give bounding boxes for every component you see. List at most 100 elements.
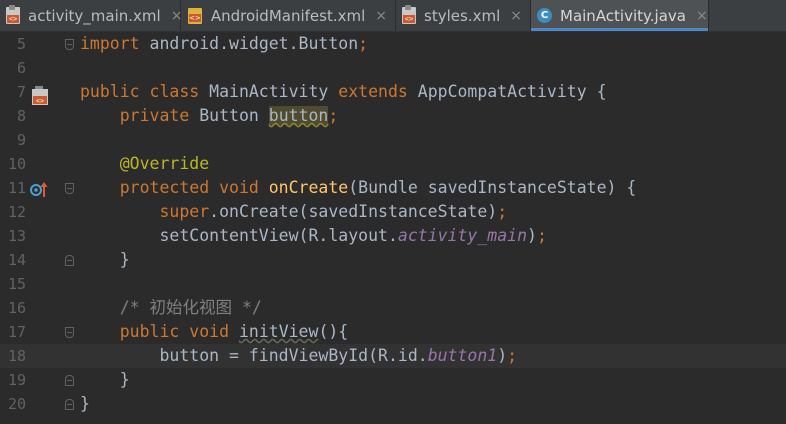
code-text: /* 初始化视图 */: [80, 296, 262, 320]
code-token: button: [268, 106, 329, 125]
line-number: 13: [7, 227, 26, 245]
code-token: ): [527, 226, 537, 245]
code-line[interactable]: 6: [0, 56, 786, 80]
code-line[interactable]: 18 button = findViewById(R.id.button1);: [0, 344, 786, 368]
code-line[interactable]: 19 }: [0, 368, 786, 392]
fold-marker[interactable]: [65, 399, 74, 410]
editor-tab-bar: <> activity_main.xml × <> AndroidManifest.xm…: [0, 0, 786, 32]
code-token: activity_main: [397, 226, 528, 245]
code-line[interactable]: 16 /* 初始化视图 */: [0, 296, 786, 320]
code-line[interactable]: 5 import android.widget.Button;: [0, 32, 786, 56]
fold-marker[interactable]: [65, 183, 74, 194]
code-token: MainActivity: [209, 82, 339, 101]
code-token: }: [80, 250, 130, 269]
tab-label: MainActivity.java: [560, 6, 686, 25]
code-token: setContentView(R.layout.: [80, 226, 398, 245]
line-number: 19: [7, 371, 26, 389]
code-line[interactable]: 12 super.onCreate(savedInstanceState);: [0, 200, 786, 224]
xml-layout-icon: <>: [402, 5, 417, 25]
code-token: button1: [427, 346, 498, 365]
code-line[interactable]: 15: [0, 272, 786, 296]
fold-marker[interactable]: [65, 327, 74, 338]
code-token: private: [80, 106, 200, 125]
line-number: 15: [7, 275, 26, 293]
code-token: }: [80, 394, 90, 413]
close-tab-icon[interactable]: ×: [696, 8, 708, 24]
code-token: super: [80, 202, 210, 221]
code-token: Button: [199, 106, 269, 125]
code-text: public void initView(){: [80, 320, 349, 344]
code-token: (Bundle savedInstanceState) {: [348, 178, 637, 197]
code-token: public void: [80, 322, 239, 341]
code-line[interactable]: 14 }: [0, 248, 786, 272]
code-token: ;: [507, 346, 518, 365]
tab-androidmanifest-xml[interactable]: <> AndroidManifest.xml ×: [181, 0, 396, 31]
java-class-icon: C: [537, 7, 552, 25]
code-token: AppCompatActivity {: [417, 82, 607, 101]
tab-styles-xml[interactable]: <> styles.xml ×: [396, 0, 531, 31]
tab-label: AndroidManifest.xml: [210, 6, 366, 25]
override-method-gutter-icon[interactable]: [30, 181, 50, 199]
tab-mainactivity-java[interactable]: C MainActivity.java ×: [531, 0, 709, 31]
code-token: ;: [497, 202, 508, 221]
activity-layout-gutter-icon[interactable]: <>: [32, 86, 50, 106]
code-text: }: [80, 392, 90, 416]
code-line[interactable]: 20}: [0, 392, 786, 416]
code-token: protected void: [80, 178, 269, 197]
code-token: onCreate: [268, 178, 349, 197]
code-line[interactable]: 10 @Override: [0, 152, 786, 176]
code-token: ;: [358, 34, 369, 53]
line-number: 6: [16, 59, 26, 77]
code-token: public class: [80, 82, 210, 101]
line-number: 9: [16, 131, 26, 149]
code-text: protected void onCreate(Bundle savedInst…: [80, 176, 637, 200]
code-token: button = findViewById(R.id.: [80, 346, 428, 365]
code-token: /* 初始化视图 */: [80, 298, 262, 317]
code-text: import android.widget.Button;: [80, 32, 368, 56]
line-number: 20: [7, 395, 26, 413]
code-editor[interactable]: 20} 19 } 18 button = findViewById(R.id.but…: [0, 32, 786, 424]
code-text: setContentView(R.layout.activity_main);: [80, 224, 547, 248]
line-number: 8: [16, 107, 26, 125]
manifest-icon: <>: [187, 7, 203, 25]
line-number: 18: [7, 347, 26, 365]
code-text: }: [80, 368, 130, 392]
close-tab-icon[interactable]: ×: [375, 8, 387, 24]
line-number: 14: [7, 251, 26, 269]
line-number: 11: [7, 179, 26, 197]
code-line[interactable]: 8 private Button button;: [0, 104, 786, 128]
fold-marker[interactable]: [65, 375, 74, 386]
line-number: 17: [7, 323, 26, 341]
code-token: ): [497, 346, 508, 365]
fold-marker[interactable]: [65, 39, 74, 50]
code-token: (){: [318, 322, 349, 341]
code-token: extends: [338, 82, 418, 101]
code-text: button = findViewById(R.id.button1);: [80, 344, 517, 368]
fold-marker[interactable]: [65, 255, 74, 266]
code-token: ;: [328, 106, 339, 125]
code-line[interactable]: 11 protected void onCreate(Bundle savedI…: [0, 176, 786, 200]
code-text: super.onCreate(savedInstanceState);: [80, 200, 507, 224]
line-number: 10: [7, 155, 26, 173]
code-text: private Button button;: [80, 104, 338, 128]
code-token: android.widget.Button: [149, 34, 359, 53]
code-token: ;: [536, 226, 547, 245]
code-line[interactable]: 13 setContentView(R.layout.activity_main…: [0, 224, 786, 248]
code-token: .onCreate(savedInstanceState): [209, 202, 498, 221]
svg-text:<>: <>: [36, 97, 44, 105]
code-token: import: [80, 34, 150, 53]
code-line[interactable]: 9: [0, 128, 786, 152]
code-text: @Override: [80, 152, 209, 176]
line-number: 12: [7, 203, 26, 221]
line-number: 16: [7, 299, 26, 317]
code-text: public class MainActivity extends AppCom…: [80, 80, 607, 104]
xml-layout-icon: <>: [6, 5, 20, 25]
code-token: @Override: [80, 154, 210, 173]
code-token: }: [80, 370, 130, 389]
code-token: initView: [238, 322, 319, 341]
code-line[interactable]: 7 public class MainActivity extends AppCo…: [0, 80, 786, 104]
tab-activity-main-xml[interactable]: <> activity_main.xml ×: [0, 0, 182, 31]
tab-label: activity_main.xml: [28, 6, 161, 25]
code-line[interactable]: 17 public void initView(){: [0, 320, 786, 344]
close-tab-icon[interactable]: ×: [510, 8, 522, 24]
